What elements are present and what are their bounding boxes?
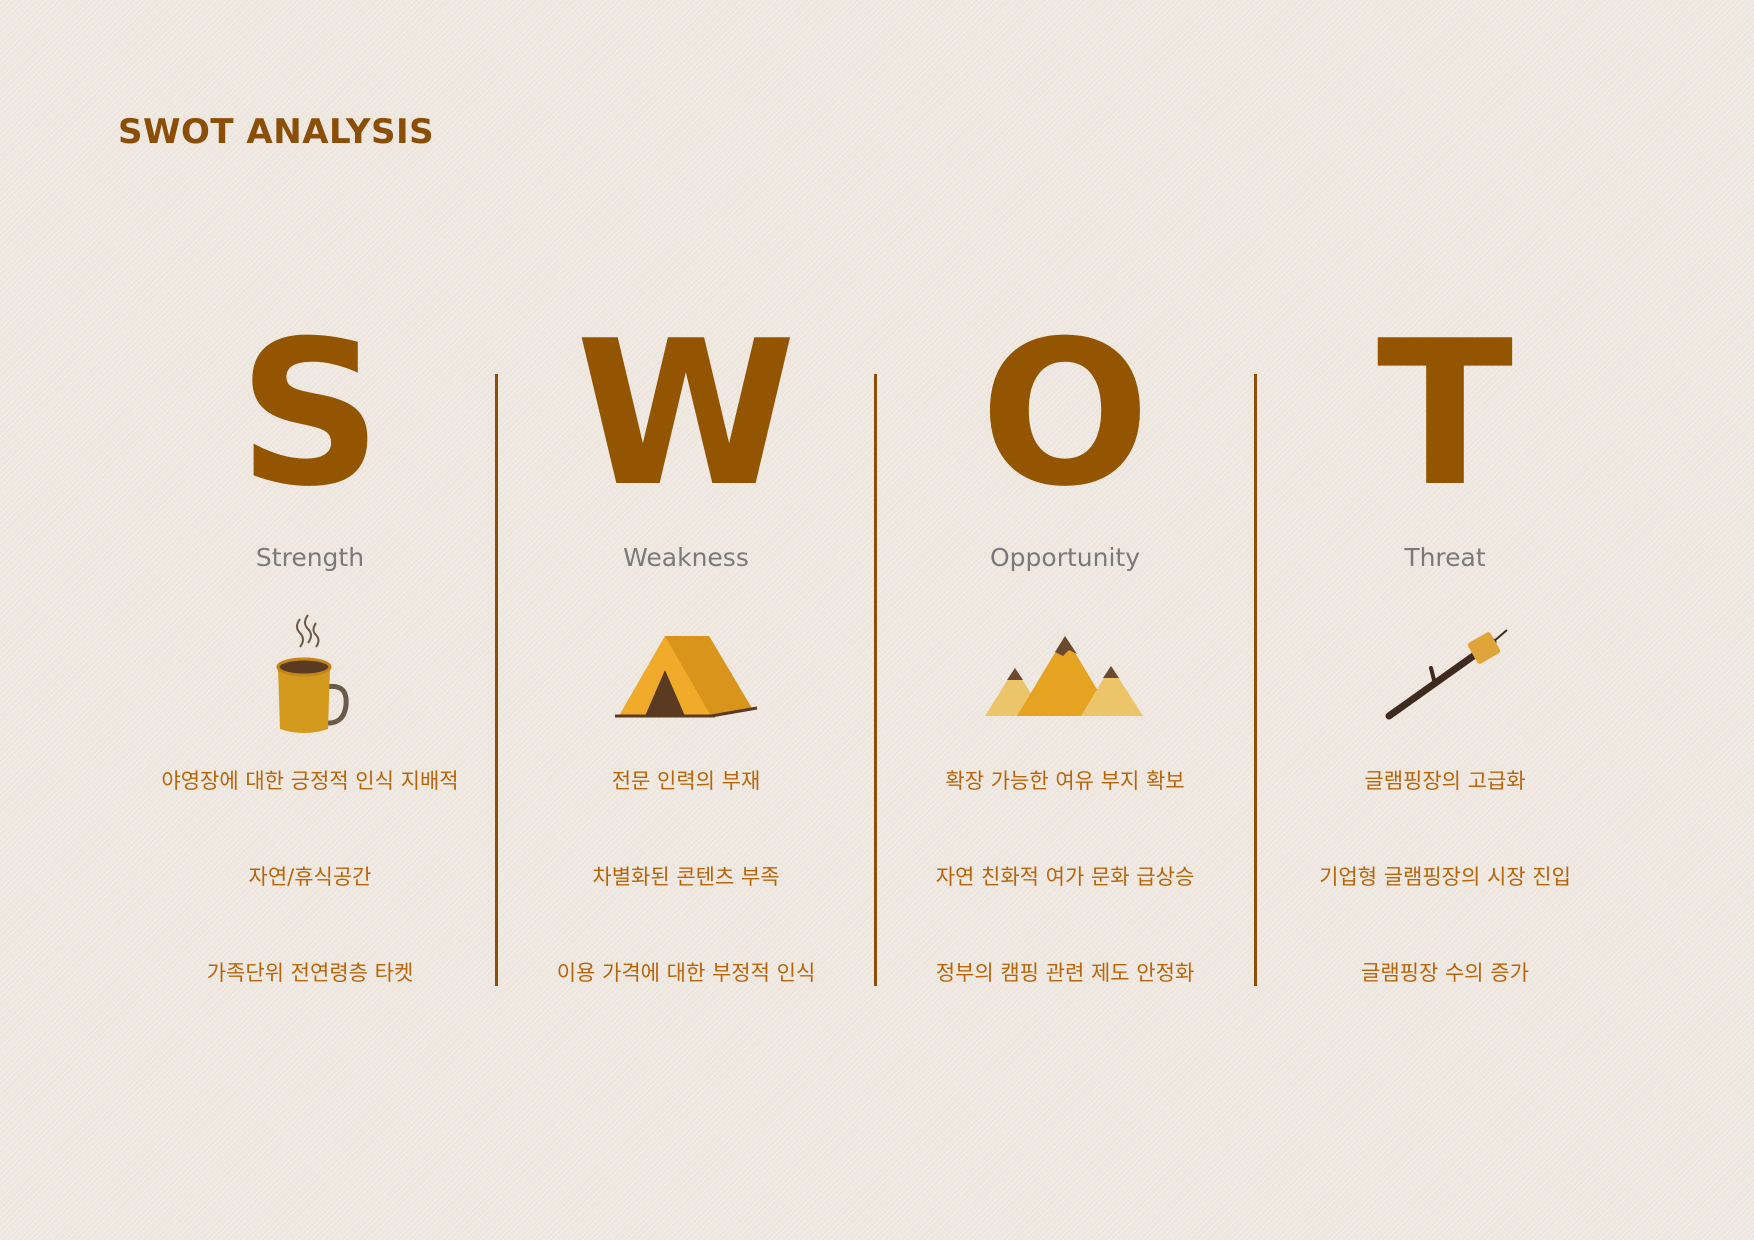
swot-item: 글램핑장 수의 증가 — [1361, 961, 1529, 985]
swot-item: 기업형 글램핑장의 시장 진입 — [1319, 865, 1571, 889]
swot-item: 글램핑장의 고급화 — [1364, 769, 1526, 793]
swot-letter: S — [237, 298, 383, 531]
page-title: SWOT ANALYSIS — [118, 112, 435, 152]
swot-column-threat: T Threat 글램핑장의 고급화 기업형 글램핑장의 시장 진입 글램핑장 … — [1255, 298, 1635, 1054]
swot-label: Opportunity — [989, 543, 1141, 572]
marshmallow-stick-icon — [1355, 604, 1535, 744]
swot-item: 차별화된 콘텐츠 부족 — [592, 865, 780, 889]
swot-item: 확장 가능한 여유 부지 확보 — [945, 769, 1185, 793]
swot-label: Weakness — [623, 543, 749, 572]
coffee-mug-icon — [220, 604, 400, 744]
swot-item: 야영장에 대한 긍정적 인식 지배적 — [161, 769, 459, 793]
swot-column-opportunity: O Opportunity 확장 가능한 여유 부지 확보 자연 친화적 여가 … — [875, 298, 1255, 1054]
swot-item: 전문 인력의 부재 — [611, 769, 761, 793]
swot-item: 이용 가격에 대한 부정적 인식 — [556, 961, 816, 985]
swot-letter: O — [979, 298, 1151, 531]
swot-item: 가족단위 전연령층 타켓 — [206, 961, 414, 985]
tent-icon — [596, 604, 776, 744]
swot-item: 정부의 캠핑 관련 제도 안정화 — [935, 961, 1195, 985]
swot-label: Threat — [1404, 543, 1486, 572]
mountains-icon — [975, 604, 1155, 744]
swot-item: 자연/휴식공간 — [248, 865, 372, 889]
swot-column-weakness: W Weakness 전문 인력의 부재 차별화된 콘텐츠 부족 이용 가격에 … — [496, 298, 876, 1054]
swot-letter: W — [575, 298, 797, 531]
swot-label: Strength — [255, 543, 365, 572]
swot-item: 자연 친화적 여가 문화 급상승 — [935, 865, 1195, 889]
swot-letter: T — [1376, 298, 1514, 531]
swot-column-strength: S Strength 야영장에 대한 긍정적 인식 지배적 자연/휴식공간 가족… — [120, 298, 500, 1054]
